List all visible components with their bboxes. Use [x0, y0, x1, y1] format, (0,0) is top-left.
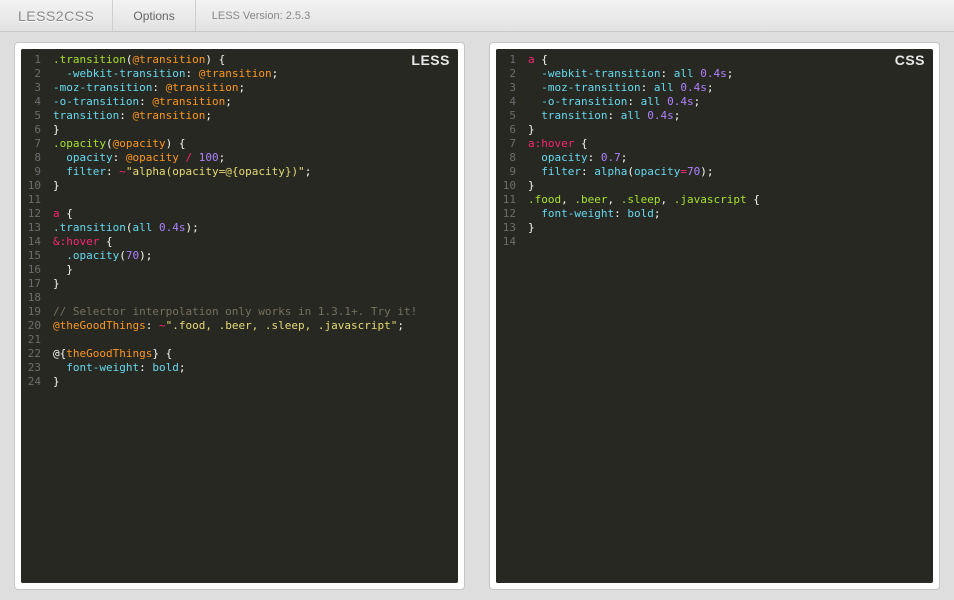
- less-editor-label: LESS: [411, 53, 450, 67]
- options-button[interactable]: Options: [113, 0, 195, 31]
- css-editor[interactable]: CSS 1234567891011121314 a { -webkit-tran…: [496, 49, 933, 583]
- css-panel: CSS 1234567891011121314 a { -webkit-tran…: [489, 42, 940, 590]
- css-code[interactable]: a { -webkit-transition: all 0.4s; -moz-t…: [524, 49, 933, 583]
- app-header: LESS2CSS Options LESS Version: 2.5.3: [0, 0, 954, 32]
- css-gutter: 1234567891011121314: [496, 49, 524, 583]
- less-code[interactable]: .transition(@transition) { -webkit-trans…: [49, 49, 458, 583]
- less-version-label: LESS Version: 2.5.3: [196, 10, 326, 22]
- less-editor[interactable]: LESS 12345678910111213141516171819202122…: [21, 49, 458, 583]
- less-gutter: 123456789101112131415161718192021222324: [21, 49, 49, 583]
- workspace: LESS 12345678910111213141516171819202122…: [0, 32, 954, 600]
- less-panel: LESS 12345678910111213141516171819202122…: [14, 42, 465, 590]
- css-editor-label: CSS: [895, 53, 925, 67]
- app-brand: LESS2CSS: [0, 0, 113, 31]
